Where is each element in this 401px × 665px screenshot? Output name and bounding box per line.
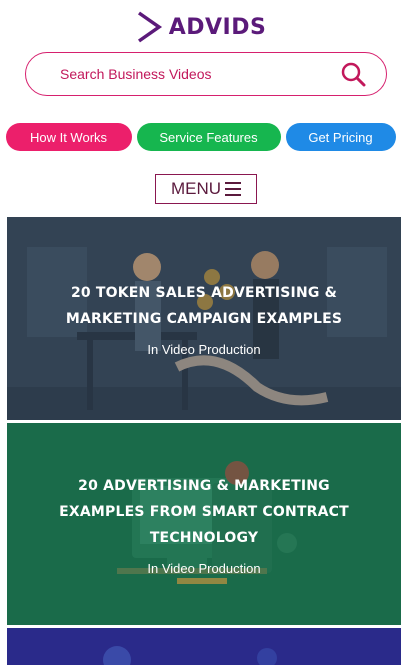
- service-features-button[interactable]: Service Features: [136, 123, 281, 151]
- hamburger-icon: [225, 182, 242, 196]
- search-bar: [25, 52, 387, 96]
- article-category[interactable]: In Video Production: [147, 561, 260, 576]
- article-title[interactable]: 20 ADVERTISING & MARKETING EXAMPLES FROM…: [34, 473, 374, 551]
- menu-label: MENU: [170, 179, 222, 198]
- search-button[interactable]: [338, 59, 368, 89]
- menu-button[interactable]: MENU: [155, 174, 257, 204]
- article-category[interactable]: In Video Production: [147, 342, 260, 357]
- article-card-token-sales[interactable]: 20 TOKEN SALES ADVERTISING & MARKETING C…: [7, 217, 401, 420]
- article-card-partial[interactable]: [7, 628, 401, 665]
- chevron-right-icon: [137, 11, 162, 43]
- card-illustration: [7, 628, 401, 665]
- nav-pills: How It Works Service Features Get Pricin…: [0, 123, 401, 153]
- logo-text: ADVIDS: [168, 14, 267, 40]
- article-title[interactable]: 20 TOKEN SALES ADVERTISING & MARKETING C…: [34, 280, 374, 332]
- search-icon: [341, 62, 366, 87]
- get-pricing-button[interactable]: Get Pricing: [285, 123, 396, 151]
- search-input[interactable]: [58, 65, 338, 83]
- article-card-smart-contract[interactable]: 20 ADVERTISING & MARKETING EXAMPLES FROM…: [7, 423, 401, 625]
- site-header: ADVIDS How It Works Service Features Get…: [0, 0, 401, 216]
- how-it-works-button[interactable]: How It Works: [5, 123, 132, 151]
- site-logo[interactable]: ADVIDS: [0, 8, 401, 46]
